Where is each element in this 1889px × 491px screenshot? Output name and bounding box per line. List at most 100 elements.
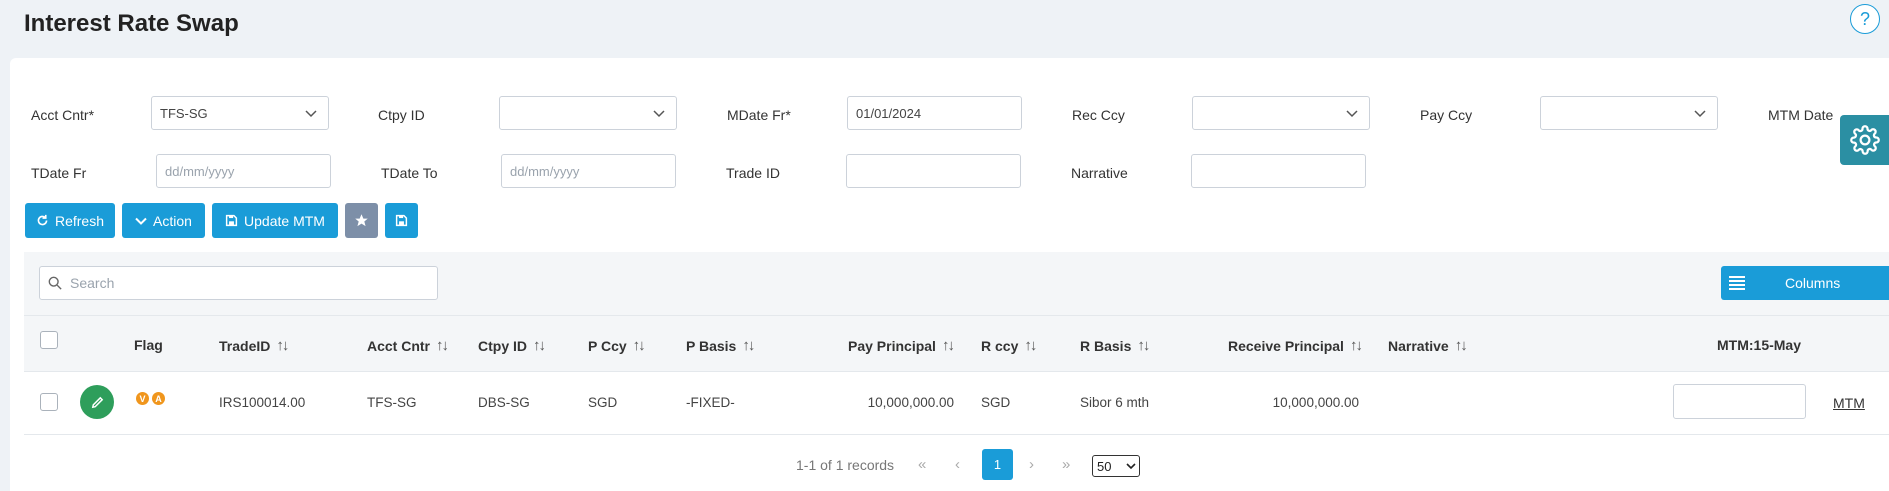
header-p-basis-label: P Basis — [686, 337, 737, 354]
edit-button[interactable] — [80, 385, 114, 419]
refresh-label: Refresh — [54, 212, 105, 229]
sort-icon[interactable]: ↑↓ — [1455, 337, 1468, 354]
cell-trade-id: IRS100014.00 — [219, 395, 306, 410]
header-p-ccy[interactable]: P Ccy ↑↓ — [588, 337, 646, 354]
header-r-basis-label: R Basis — [1080, 337, 1132, 354]
first-page-icon[interactable]: « — [918, 456, 926, 473]
refresh-button[interactable]: Refresh — [25, 203, 115, 238]
tdate-fr-input[interactable]: dd/mm/yyyy — [156, 154, 331, 188]
mdate-fr-label: MDate Fr* — [727, 107, 791, 123]
current-page-button[interactable]: 1 — [982, 449, 1013, 480]
trade-id-label: Trade ID — [726, 165, 780, 181]
flag-badge-a: A — [152, 392, 165, 405]
columns-button[interactable]: Columns — [1721, 266, 1889, 300]
help-icon[interactable]: ? — [1850, 4, 1880, 34]
sort-icon[interactable]: ↑↓ — [436, 337, 449, 354]
trade-id-input[interactable] — [846, 154, 1021, 188]
header-flag-label: Flag — [134, 337, 163, 353]
tdate-fr-label: TDate Fr — [31, 165, 87, 181]
mtm-date-label: MTM Date — [1768, 107, 1834, 123]
rec-ccy-label: Rec Ccy — [1072, 107, 1125, 123]
acct-cntr-label: Acct Cntr* — [31, 107, 95, 123]
floppy-disk-icon — [225, 214, 238, 227]
header-p-ccy-label: P Ccy — [588, 337, 627, 354]
mtm-link[interactable]: MTM — [1833, 395, 1865, 411]
sort-icon[interactable]: ↑↓ — [276, 337, 289, 354]
header-narrative[interactable]: Narrative ↑↓ — [1388, 337, 1468, 354]
grid-search-input[interactable]: Search — [39, 266, 438, 300]
header-acct-cntr-label: Acct Cntr — [367, 337, 431, 354]
flag-badge-v: V — [136, 392, 149, 405]
cell-p-ccy: SGD — [588, 395, 618, 410]
chevron-down-icon — [653, 110, 665, 118]
sort-icon[interactable]: ↑↓ — [1024, 337, 1037, 354]
mdate-fr-value: 01/01/2024 — [856, 105, 922, 121]
last-page-icon[interactable]: » — [1062, 456, 1070, 473]
action-label: Action — [153, 212, 192, 229]
next-page-icon[interactable]: › — [1029, 456, 1034, 473]
header-trade-id-label: TradeID — [219, 337, 271, 354]
header-r-ccy-label: R ccy — [981, 337, 1019, 354]
settings-button[interactable] — [1840, 115, 1889, 165]
header-ctpy-id[interactable]: Ctpy ID ↑↓ — [478, 337, 546, 354]
update-mtm-button[interactable]: Update MTM — [212, 203, 338, 238]
sort-icon[interactable]: ↑↓ — [633, 337, 646, 354]
header-r-basis[interactable]: R Basis ↑↓ — [1080, 337, 1150, 354]
header-receive-principal[interactable]: Receive Principal ↑↓ — [1228, 337, 1363, 354]
sort-icon[interactable]: ↑↓ — [742, 337, 755, 354]
sort-icon[interactable]: ↑↓ — [1350, 337, 1363, 354]
tdate-fr-placeholder: dd/mm/yyyy — [165, 163, 235, 179]
pay-ccy-label: Pay Ccy — [1420, 107, 1473, 123]
cell-receive-principal: 10,000,000.00 — [1272, 395, 1359, 410]
tdate-to-input[interactable]: dd/mm/yyyy — [501, 154, 676, 188]
ctpy-id-select[interactable] — [499, 96, 677, 130]
narrative-input[interactable] — [1191, 154, 1366, 188]
sort-icon[interactable]: ↑↓ — [942, 337, 955, 354]
floppy-disk-icon — [395, 214, 408, 227]
header-pay-principal[interactable]: Pay Principal ↑↓ — [848, 337, 955, 354]
narrative-label: Narrative — [1071, 165, 1128, 181]
sort-icon[interactable]: ↑↓ — [1137, 337, 1150, 354]
tdate-to-placeholder: dd/mm/yyyy — [510, 163, 580, 179]
sort-icon[interactable]: ↑↓ — [533, 337, 546, 354]
chevron-down-icon — [1694, 110, 1706, 118]
chevron-down-icon — [1126, 463, 1136, 470]
previous-page-icon[interactable]: ‹ — [955, 456, 960, 473]
header-p-basis[interactable]: P Basis ↑↓ — [686, 337, 755, 354]
star-icon — [355, 214, 368, 227]
header-ctpy-id-label: Ctpy ID — [478, 337, 527, 354]
rec-ccy-select[interactable] — [1192, 96, 1370, 130]
mtm-value-input[interactable] — [1673, 384, 1806, 419]
table-header — [24, 315, 1889, 372]
search-placeholder: Search — [70, 275, 115, 291]
header-r-ccy[interactable]: R ccy ↑↓ — [981, 337, 1037, 354]
cell-r-ccy: SGD — [981, 395, 1011, 410]
cell-ctpy-id: DBS-SG — [478, 395, 530, 410]
pagination-summary: 1-1 of 1 records — [796, 456, 895, 473]
page-size-value: 50 — [1097, 458, 1112, 474]
header-narrative-label: Narrative — [1388, 337, 1449, 354]
header-trade-id[interactable]: TradeID ↑↓ — [219, 337, 289, 354]
pencil-icon — [91, 396, 103, 408]
row-checkbox[interactable] — [40, 393, 58, 411]
action-button[interactable]: Action — [122, 203, 205, 238]
search-icon — [48, 276, 62, 290]
header-mtm: MTM:15-May — [1717, 337, 1801, 353]
acct-cntr-select[interactable]: TFS-SG — [151, 96, 329, 130]
chevron-down-icon — [135, 217, 147, 225]
save-button[interactable] — [385, 203, 418, 238]
mdate-fr-input[interactable]: 01/01/2024 — [847, 96, 1022, 130]
cell-r-basis: Sibor 6 mth — [1080, 395, 1150, 410]
refresh-icon — [37, 214, 48, 226]
select-all-checkbox[interactable] — [40, 331, 58, 349]
header-acct-cntr[interactable]: Acct Cntr ↑↓ — [367, 337, 449, 354]
cell-p-basis: -FIXED- — [686, 395, 735, 410]
acct-cntr-value: TFS-SG — [160, 105, 208, 121]
pay-ccy-select[interactable] — [1540, 96, 1718, 130]
page-title: Interest Rate Swap — [24, 10, 239, 37]
header-flag: Flag — [134, 337, 163, 353]
favorite-button[interactable] — [345, 203, 378, 238]
page-size-select[interactable]: 50 — [1092, 455, 1140, 477]
chevron-down-icon — [305, 110, 317, 118]
cell-pay-principal: 10,000,000.00 — [867, 395, 954, 410]
